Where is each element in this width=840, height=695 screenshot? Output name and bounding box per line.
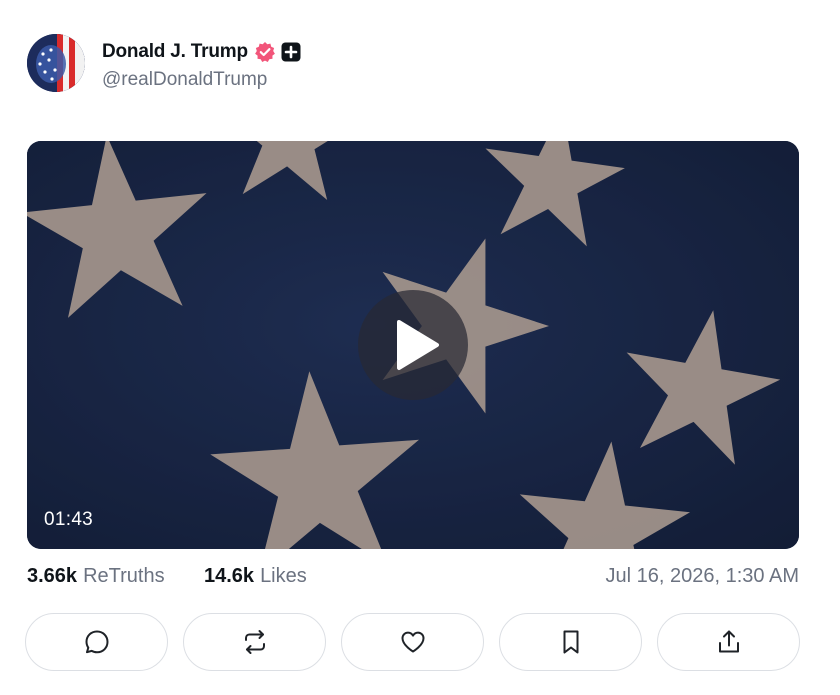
video-duration: 01:43 (44, 509, 94, 530)
author-display-name[interactable]: Donald J. Trump (102, 41, 248, 63)
video-player[interactable]: 01:43 (27, 141, 799, 549)
author-handle[interactable]: @realDonaldTrump (102, 69, 301, 91)
like-button[interactable] (341, 613, 484, 671)
retruths-count: 3.66k (27, 565, 78, 587)
bookmark-button[interactable] (499, 613, 642, 671)
post-timestamp[interactable]: Jul 16, 2026, 1:30 AM (606, 565, 799, 588)
avatar[interactable] (27, 34, 85, 92)
bookmark-icon (563, 630, 578, 654)
post-header: Donald J. Trump @realDonaldTrump (27, 34, 301, 96)
likes-stat[interactable]: 14.6k Likes (204, 565, 307, 588)
heart-icon (401, 631, 424, 653)
reply-button[interactable] (25, 613, 168, 671)
post-stats: 3.66k ReTruths 14.6k Likes Jul 16, 2026, 1… (27, 565, 799, 591)
retruth-button[interactable] (183, 613, 326, 671)
retruths-stat[interactable]: 3.66k ReTruths (27, 565, 165, 588)
share-button[interactable] (657, 613, 800, 671)
plus-square-icon (281, 42, 301, 62)
likes-label: Likes (260, 565, 307, 587)
repost-icon (244, 630, 265, 654)
play-button[interactable] (358, 290, 468, 400)
retruths-label: ReTruths (83, 565, 165, 587)
comment-icon (85, 630, 108, 654)
verified-badge-icon (254, 41, 276, 63)
play-icon (397, 320, 439, 370)
likes-count: 14.6k (204, 565, 255, 587)
action-bar (25, 613, 801, 673)
share-icon (718, 630, 739, 653)
